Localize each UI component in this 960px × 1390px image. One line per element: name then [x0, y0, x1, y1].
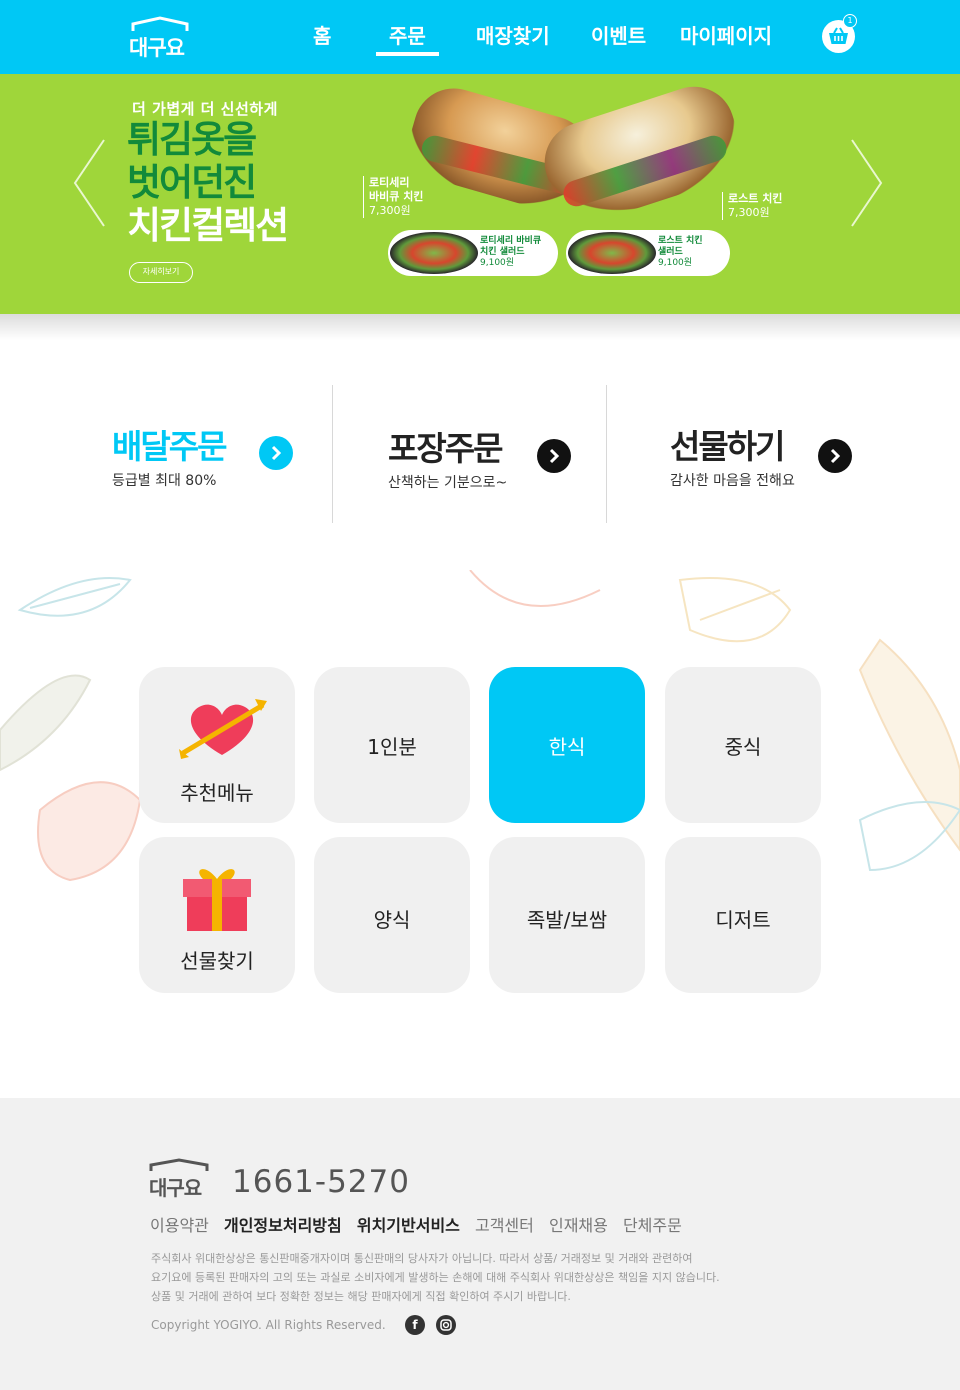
takeout-order[interactable]: 포장주문 산책하는 기분으로~ — [333, 340, 605, 570]
delivery-order-title: 배달주문 — [112, 427, 227, 466]
banner-title: 튀김옷을 벗어던진 치킨컬렉션 — [127, 118, 289, 247]
footer-link-location[interactable]: 위치기반서비스 — [357, 1216, 460, 1235]
main-nav: 홈 주문 매장찾기 이벤트 마이페이지 — [0, 20, 960, 60]
banner-more-button[interactable]: 자세히보기 — [129, 262, 193, 283]
footer-notice-line: 요기요에 등록된 판매자의 고의 또는 과실로 소비자에게 발생하는 손해에 대… — [151, 1271, 720, 1284]
nav-event[interactable]: 이벤트 — [591, 20, 646, 49]
category-label: 중식 — [724, 735, 762, 759]
footer-logo-text: 대구요 — [149, 1176, 202, 1200]
category-label: 1인분 — [367, 735, 417, 759]
cart-count-badge: 1 — [843, 14, 857, 28]
order-type-section: 배달주문 등급별 최대 80% 포장주문 산책하는 기분으로~ 선물하기 감사한… — [0, 340, 960, 570]
nav-mypage[interactable]: 마이페이지 — [680, 20, 772, 49]
category-dessert[interactable]: 디저트 — [665, 837, 821, 993]
footer-link-group-order[interactable]: 단체주문 — [623, 1216, 682, 1235]
chevron-right-icon — [271, 445, 282, 461]
footer-logo[interactable]: 대구요 — [149, 1158, 211, 1200]
salad-text-2: 로스트 치킨 샐러드 9,100원 — [658, 236, 703, 269]
footer-logo-roof-icon — [149, 1158, 209, 1171]
banner-prev-arrow-icon[interactable] — [72, 138, 106, 228]
nav-order[interactable]: 주문 — [376, 20, 439, 56]
product-price-1: 7,300원 — [369, 204, 411, 217]
footer-links: 이용약관 개인정보처리방침 위치기반서비스 고객센터 인재채용 단체주문 — [150, 1212, 692, 1236]
category-label: 족발/보쌈 — [526, 908, 608, 932]
promo-banner[interactable]: 더 가볍게 더 신선하게 튀김옷을 벗어던진 치킨컬렉션 자세히보기 로티세리 … — [0, 74, 960, 314]
gift-order[interactable]: 선물하기 감사한 마음을 전해요 — [607, 340, 960, 570]
takeout-order-title: 포장주문 — [388, 429, 503, 468]
banner-title-line1: 튀김옷을 — [127, 118, 257, 161]
footer-link-support[interactable]: 고객센터 — [475, 1216, 534, 1235]
basket-icon — [829, 27, 848, 44]
category-recommended[interactable]: 추천메뉴 — [139, 667, 295, 823]
instagram-icon[interactable] — [436, 1315, 456, 1335]
category-section: 추천메뉴 1인분 한식 중식 선물찾기 양식 족발/보쌈 디저트 — [0, 570, 960, 1098]
gift-order-title: 선물하기 — [670, 427, 785, 466]
salad-name-2b: 샐러드 — [658, 247, 683, 257]
product-price-2: 7,300원 — [728, 206, 770, 219]
footer-copyright: Copyright YOGIYO. All Rights Reserved. — [151, 1318, 386, 1332]
takeout-order-button[interactable] — [537, 439, 571, 473]
banner-shadow — [0, 314, 960, 340]
footer-link-careers[interactable]: 인재채용 — [549, 1216, 608, 1235]
product-tag-2: 로스트 치킨 7,300원 — [722, 192, 782, 220]
chevron-right-icon — [549, 448, 560, 464]
category-chinese[interactable]: 중식 — [665, 667, 821, 823]
salad-card-1: 로티세리 바비큐 치킨 샐러드 9,100원 — [388, 230, 558, 276]
category-western[interactable]: 양식 — [314, 837, 470, 993]
gift-order-desc: 감사한 마음을 전해요 — [670, 473, 795, 489]
salad-price-2: 9,100원 — [658, 258, 693, 268]
takeout-order-desc: 산책하는 기분으로~ — [388, 475, 508, 491]
banner-subtitle: 더 가볍게 더 신선하게 — [132, 100, 278, 118]
footer: 대구요 1661-5270 이용약관 개인정보처리방침 위치기반서비스 고객센터… — [0, 1098, 960, 1390]
delivery-order-desc: 등급별 최대 80% — [112, 473, 217, 489]
header: 대구요 홈 주문 매장찾기 이벤트 마이페이지 1 — [0, 0, 960, 74]
salad-name-1a: 로티세리 바비큐 — [480, 236, 542, 246]
category-label: 양식 — [373, 908, 411, 932]
banner-next-arrow-icon[interactable] — [850, 138, 884, 228]
salad-bowl-image-1 — [390, 232, 478, 274]
product-name-2a: 로스트 치킨 — [728, 192, 783, 205]
salad-bowl-image-2 — [568, 232, 656, 274]
category-label: 디저트 — [715, 908, 771, 932]
product-name-1a: 로티세리 — [369, 176, 410, 189]
gift-order-button[interactable] — [818, 439, 852, 473]
footer-notice-line: 상품 및 거래에 관하여 보다 정확한 정보는 해당 판매자에게 직접 확인하여… — [151, 1290, 571, 1303]
banner-title-line2: 벗어던진 — [127, 161, 257, 204]
banner-title-line3: 치킨컬렉션 — [127, 204, 289, 247]
salad-card-2: 로스트 치킨 샐러드 9,100원 — [566, 230, 730, 276]
category-jokbal-bossam[interactable]: 족발/보쌈 — [489, 837, 645, 993]
category-label: 추천메뉴 — [180, 781, 254, 805]
chevron-right-icon — [830, 448, 841, 464]
footer-notice-line: 주식회사 위대한상상은 통신판매중개자이며 통신판매의 당사자가 아닙니다. 따… — [151, 1252, 693, 1265]
gift-icon — [183, 869, 251, 931]
instagram-glyph-icon — [440, 1319, 452, 1331]
delivery-order[interactable]: 배달주문 등급별 최대 80% — [0, 340, 330, 570]
nav-home[interactable]: 홈 — [313, 20, 331, 49]
salad-text-1: 로티세리 바비큐 치킨 샐러드 9,100원 — [480, 236, 541, 269]
footer-notice: 주식회사 위대한상상은 통신판매중개자이며 통신판매의 당사자가 아닙니다. 따… — [151, 1249, 811, 1306]
delivery-order-button[interactable] — [259, 436, 293, 470]
heart-arrow-icon — [179, 699, 267, 759]
nav-store-finder[interactable]: 매장찾기 — [476, 20, 550, 49]
facebook-icon[interactable]: f — [405, 1315, 425, 1335]
footer-link-terms[interactable]: 이용약관 — [150, 1216, 209, 1235]
category-label: 선물찾기 — [180, 949, 254, 973]
footer-phone: 1661-5270 — [232, 1164, 410, 1200]
category-gift-finder[interactable]: 선물찾기 — [139, 837, 295, 993]
salad-price-1: 9,100원 — [480, 258, 515, 268]
category-label: 한식 — [548, 735, 586, 759]
cart-button[interactable]: 1 — [822, 14, 857, 53]
product-tag-1: 로티세리 바비큐 치킨 7,300원 — [363, 176, 423, 218]
salad-name-2a: 로스트 치킨 — [658, 236, 703, 246]
category-korean[interactable]: 한식 — [489, 667, 645, 823]
product-name-1b: 바비큐 치킨 — [369, 190, 424, 203]
footer-link-privacy[interactable]: 개인정보처리방침 — [224, 1216, 342, 1235]
category-single-serving[interactable]: 1인분 — [314, 667, 470, 823]
vegetable-background-illustration — [0, 570, 960, 882]
salad-name-1b: 치킨 샐러드 — [480, 247, 525, 257]
